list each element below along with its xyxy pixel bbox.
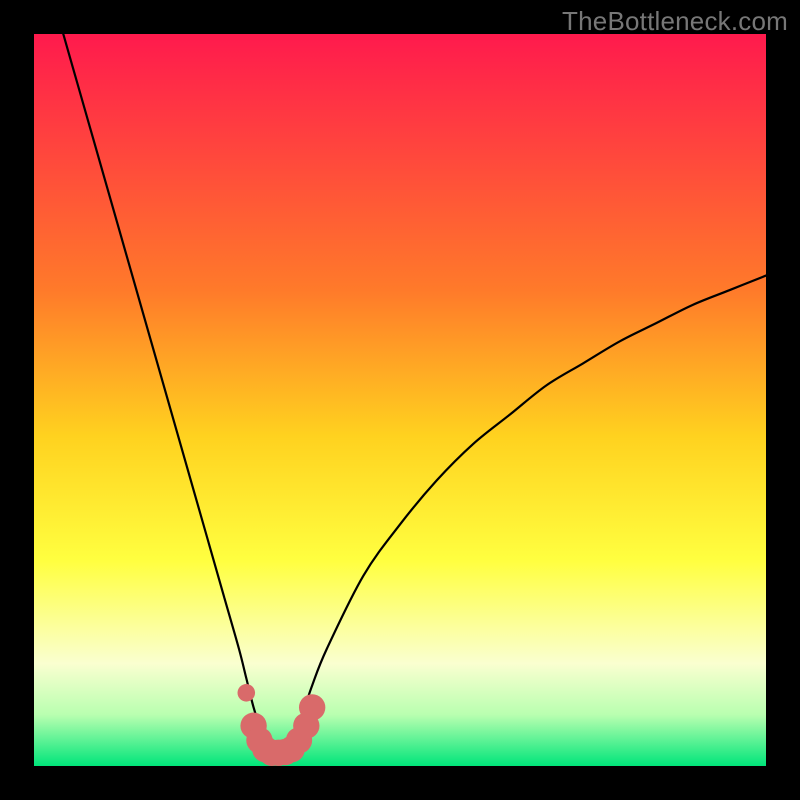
watermark-label: TheBottleneck.com xyxy=(562,6,788,37)
curve-marker xyxy=(238,684,256,702)
chart-frame: TheBottleneck.com xyxy=(0,0,800,800)
bottleneck-chart xyxy=(34,34,766,766)
plot-area xyxy=(34,34,766,766)
curve-marker xyxy=(299,694,325,720)
gradient-background xyxy=(34,34,766,766)
